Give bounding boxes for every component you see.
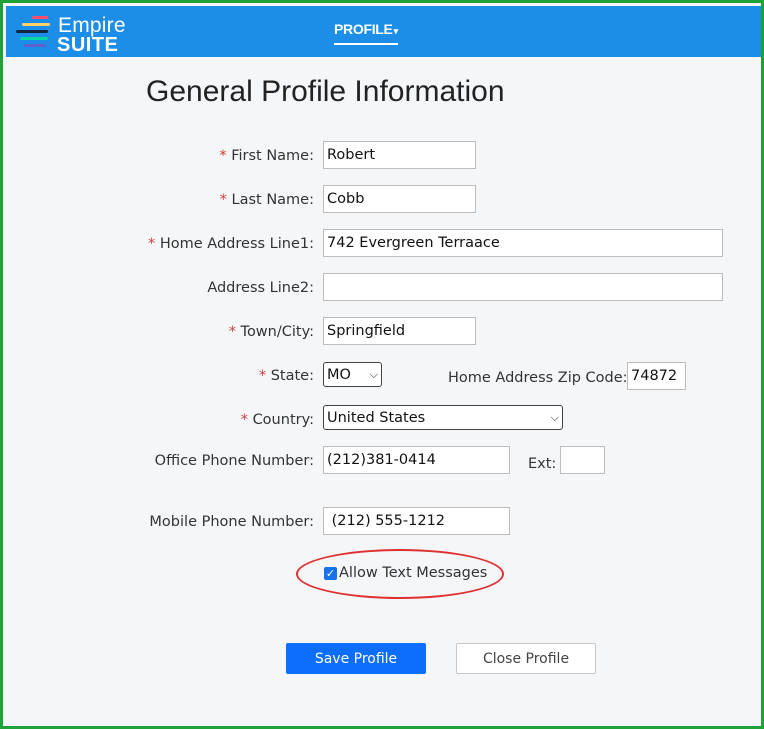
city-label: * Town/City: xyxy=(228,324,314,340)
required-marker: * xyxy=(228,324,236,340)
required-marker: * xyxy=(148,236,156,252)
address-line2-label: Address Line2: xyxy=(207,280,314,296)
chevron-down-icon: ⌵ xyxy=(369,367,378,381)
zip-input[interactable] xyxy=(627,362,686,390)
ext-input[interactable] xyxy=(560,446,605,474)
ext-label: Ext: xyxy=(528,456,557,472)
last-name-input[interactable] xyxy=(323,185,476,213)
nav-profile-label: PROFILE xyxy=(334,21,393,37)
brand-logo[interactable]: Empire SUITE xyxy=(14,10,134,56)
address-line1-label: * Home Address Line1: xyxy=(148,236,314,252)
required-marker: * xyxy=(219,148,227,164)
save-profile-button[interactable]: Save Profile xyxy=(286,643,426,674)
office-phone-input[interactable] xyxy=(323,446,510,474)
app-frame: Empire SUITE PROFILE▾ General Profile In… xyxy=(0,0,764,729)
last-name-label: * Last Name: xyxy=(219,192,314,208)
address-line2-input[interactable] xyxy=(323,273,723,301)
logo-mark-icon xyxy=(16,16,50,47)
country-label: * Country: xyxy=(240,412,314,428)
first-name-input[interactable] xyxy=(323,141,476,169)
office-phone-label: Office Phone Number: xyxy=(154,453,314,469)
country-select[interactable]: United States ⌵ xyxy=(323,405,563,430)
country-select-value: United States xyxy=(327,409,426,426)
mobile-phone-label: Mobile Phone Number: xyxy=(149,514,314,530)
nav-profile-menu[interactable]: PROFILE▾ xyxy=(334,21,398,45)
chevron-down-icon: ▾ xyxy=(393,26,399,36)
city-input[interactable] xyxy=(323,317,476,345)
page-title: General Profile Information xyxy=(146,75,505,108)
required-marker: * xyxy=(219,192,227,208)
mobile-phone-input[interactable] xyxy=(323,507,510,535)
required-marker: * xyxy=(240,412,248,428)
state-label: * State: xyxy=(258,368,314,384)
first-name-label: * First Name: xyxy=(219,148,314,164)
allow-text-messages-option[interactable]: ✓ Allow Text Messages xyxy=(324,565,487,581)
zip-label: Home Address Zip Code: xyxy=(448,370,628,386)
brand-name-line2: SUITE xyxy=(57,34,119,56)
close-profile-button[interactable]: Close Profile xyxy=(456,643,596,674)
top-navigation-bar: Empire SUITE PROFILE▾ xyxy=(6,6,761,57)
address-line1-input[interactable] xyxy=(323,229,723,257)
allow-text-messages-label: Allow Text Messages xyxy=(339,565,488,581)
required-marker: * xyxy=(258,368,267,384)
chevron-down-icon: ⌵ xyxy=(550,410,559,424)
state-select[interactable]: MO ⌵ xyxy=(323,362,382,387)
state-select-value: MO xyxy=(327,366,351,383)
allow-text-messages-checkbox[interactable]: ✓ xyxy=(324,566,337,580)
